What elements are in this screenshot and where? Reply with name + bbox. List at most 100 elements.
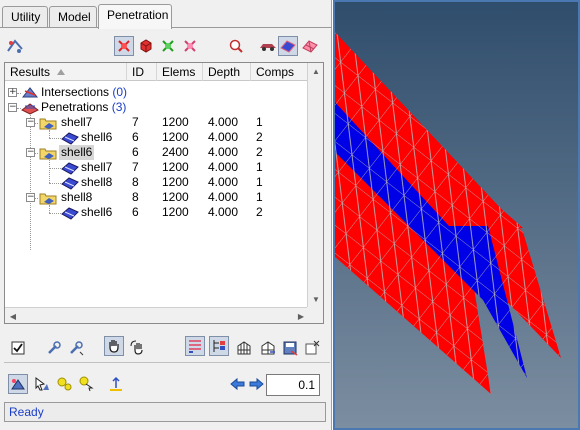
tree-icon[interactable] (209, 336, 229, 356)
row-name: shell8 (61, 190, 93, 204)
col-depth[interactable]: Depth (203, 63, 251, 81)
row-depth: 4.000 (208, 205, 239, 219)
row-depth: 4.000 (208, 130, 239, 144)
graphics-viewport[interactable] (333, 0, 580, 430)
row-elems: 1200 (162, 160, 189, 174)
node-icon[interactable] (8, 374, 28, 394)
list-icon[interactable] (185, 336, 205, 356)
col-elems[interactable]: Elems (157, 63, 203, 81)
tab-bar: Utility Model Penetration (2, 4, 330, 29)
horizontal-scrollbar[interactable]: ◀ ▶ (5, 307, 309, 323)
expand-icon[interactable]: + (8, 88, 17, 97)
collapse-icon[interactable]: − (26, 118, 35, 127)
col-id-label: ID (132, 65, 144, 79)
table-row[interactable]: − shell8 8 1200 4.000 1 (5, 190, 309, 205)
wrench-icon[interactable] (66, 338, 86, 358)
red-node-icon[interactable] (114, 36, 134, 56)
shell-icon (61, 207, 79, 220)
find-icon[interactable] (226, 36, 246, 56)
row-elems: 1200 (162, 130, 189, 144)
tab-model[interactable]: Model (49, 6, 97, 28)
col-results[interactable]: Results (5, 63, 127, 81)
row-elems: 1200 (162, 190, 189, 204)
row-comps: 1 (256, 190, 263, 204)
rotate-hand-icon[interactable] (128, 338, 148, 358)
tab-utility[interactable]: Utility (2, 6, 48, 28)
red-cube-icon[interactable] (136, 36, 156, 56)
shell-icon (61, 162, 79, 175)
pink-node-icon[interactable] (180, 36, 200, 56)
intersections-label: Intersections (0) (41, 85, 127, 100)
collapse-icon[interactable]: − (8, 103, 17, 112)
mesh-arrows-icon[interactable] (258, 338, 278, 358)
folder-shell-icon (39, 148, 57, 160)
yellow-ball-icon[interactable] (54, 374, 74, 394)
green-node-icon[interactable] (158, 36, 178, 56)
collapse-icon[interactable]: − (26, 148, 35, 157)
table-row-selected[interactable]: − shell6 6 2400 4.000 2 (5, 145, 309, 160)
intersections-text: Intersections (41, 85, 110, 99)
penetrations-count: (3) (111, 100, 127, 114)
tree-item-intersections[interactable]: + Intersections (0) (5, 85, 309, 100)
scroll-down-icon[interactable]: ▼ (308, 291, 323, 307)
row-elems: 1200 (162, 205, 189, 219)
left-arrow-icon[interactable] (228, 374, 248, 394)
yellow-ball-arrow-icon[interactable] (76, 374, 96, 394)
row-depth: 4.000 (208, 115, 239, 129)
row-name: shell7 (61, 115, 93, 129)
hand-icon[interactable] (104, 336, 124, 356)
tab-utility-label: Utility (11, 10, 41, 24)
col-comps-label: Comps (256, 65, 295, 79)
close-icon[interactable] (302, 338, 322, 358)
col-results-label: Results (10, 65, 51, 79)
browser-panel: Utility Model Penetration Results ID Ele… (0, 0, 332, 430)
vertical-scrollbar[interactable]: ▲ ▼ (307, 63, 323, 307)
scroll-left-icon[interactable]: ◀ (5, 308, 21, 323)
table-row[interactable]: shell7 7 1200 4.000 1 (5, 160, 309, 175)
shell-mesh-view (333, 30, 561, 394)
right-arrow-icon[interactable] (246, 374, 266, 394)
col-comps[interactable]: Comps (251, 63, 309, 81)
sort-ascending-icon (57, 69, 65, 75)
blue-shell-icon[interactable] (278, 36, 298, 56)
row-depth: 4.000 (208, 160, 239, 174)
pink-shell-icon[interactable] (300, 36, 320, 56)
step-value-input[interactable]: 0.1 (266, 374, 320, 396)
separator (4, 362, 330, 363)
tree-item-penetrations[interactable]: − Penetrations (3) (5, 100, 309, 115)
table-row[interactable]: shell6 6 1200 4.000 2 (5, 205, 309, 220)
table-row[interactable]: shell6 6 1200 4.000 2 (5, 130, 309, 145)
row-id: 8 (132, 175, 139, 189)
penetrations-icon (21, 103, 39, 115)
shell-icon (61, 177, 79, 190)
arrow-node-icon[interactable] (32, 374, 52, 394)
results-tree[interactable]: Results ID Elems Depth Comps + Intersect… (4, 62, 324, 324)
wrench-icon[interactable] (44, 338, 64, 358)
row-id: 8 (132, 190, 139, 204)
penetrations-text: Penetrations (41, 100, 109, 114)
col-id[interactable]: ID (127, 63, 157, 81)
checkbox-icon[interactable] (8, 338, 28, 358)
car-icon[interactable] (258, 36, 278, 56)
scroll-up-icon[interactable]: ▲ (308, 63, 323, 79)
row-depth: 4.000 (208, 175, 239, 189)
scroll-corner (307, 307, 323, 323)
collapse-icon[interactable]: − (26, 193, 35, 202)
move-icon[interactable] (106, 374, 126, 394)
table-row[interactable]: − shell7 7 1200 4.000 1 (5, 115, 309, 130)
row-id: 6 (132, 205, 139, 219)
mesh-icon[interactable] (234, 338, 254, 358)
row-name: shell6 (81, 130, 113, 144)
row-id: 7 (132, 160, 139, 174)
tab-penetration[interactable]: Penetration (98, 4, 172, 29)
table-row[interactable]: shell8 8 1200 4.000 1 (5, 175, 309, 190)
col-elems-label: Elems (162, 65, 196, 79)
save-icon[interactable] (280, 338, 300, 358)
row-depth: 4.000 (208, 190, 239, 204)
penetration-check-icon[interactable] (5, 36, 25, 56)
row-comps: 2 (256, 145, 263, 159)
row-name: shell8 (81, 175, 113, 189)
bottom-toolbar (0, 334, 332, 360)
folder-shell-icon (39, 193, 57, 205)
row-comps: 1 (256, 160, 263, 174)
